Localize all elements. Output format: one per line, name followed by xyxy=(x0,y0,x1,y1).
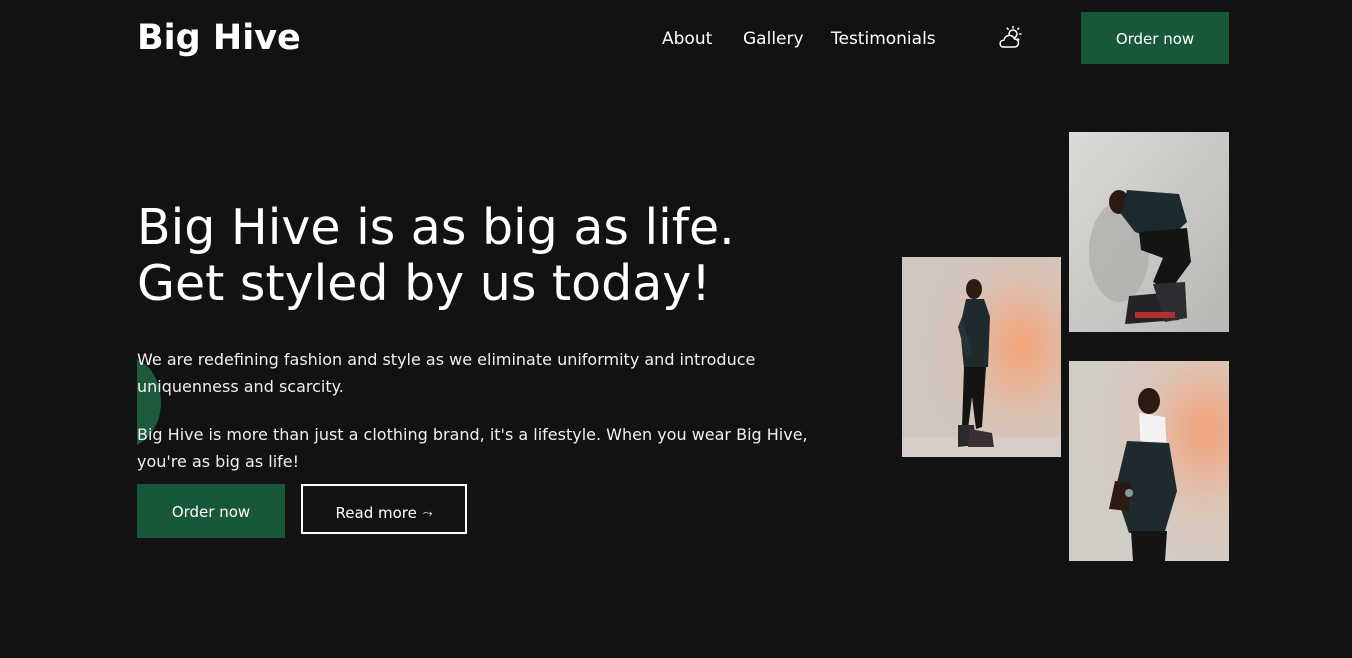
model-leaning-back-photo xyxy=(1069,361,1229,561)
nav-link-gallery[interactable]: Gallery xyxy=(743,27,804,51)
hero-order-button[interactable]: Order now xyxy=(137,484,285,538)
landing-page: Big Hive About Gallery Testimonials Orde… xyxy=(0,0,1352,658)
model-standing-side-photo xyxy=(902,257,1061,457)
squiggle-arrow-icon: ⤳ xyxy=(422,506,433,520)
nav-link-testimonials[interactable]: Testimonials xyxy=(831,27,936,51)
nav-link-about[interactable]: About xyxy=(662,27,712,51)
hero-title-line-2: Get styled by us today! xyxy=(137,255,711,312)
read-more-label: Read more xyxy=(335,504,417,522)
read-more-button[interactable]: Read more ⤳ xyxy=(301,484,467,534)
model-crouching-photo xyxy=(1069,132,1229,332)
header-order-button[interactable]: Order now xyxy=(1081,12,1229,64)
cloud-sun-icon[interactable] xyxy=(996,24,1024,52)
hero-paragraph-1: We are redefining fashion and style as w… xyxy=(137,350,756,396)
brand-logo[interactable]: Big Hive xyxy=(137,14,301,62)
hero-title: Big Hive is as big as life. Get styled b… xyxy=(137,200,837,312)
hero-paragraph-2: Big Hive is more than just a clothing br… xyxy=(137,425,808,471)
hero-title-line-1: Big Hive is as big as life. xyxy=(137,199,735,256)
